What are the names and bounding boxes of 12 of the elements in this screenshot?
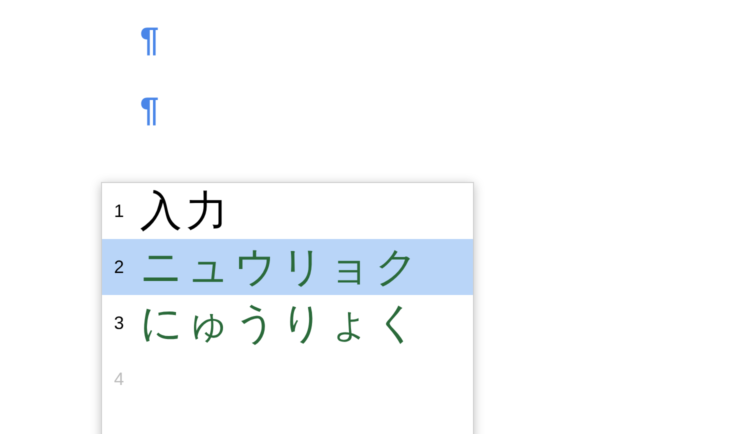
candidate-number: 3: [113, 312, 126, 334]
pilcrow-mark: ¶: [140, 90, 159, 131]
candidate-row[interactable]: 1 入力: [102, 183, 473, 239]
candidate-number: 1: [113, 200, 126, 222]
candidate-text: ニュウリョク: [140, 242, 422, 292]
candidate-text: にゅうりょく: [140, 298, 422, 348]
pilcrow-mark: ¶: [140, 20, 159, 61]
candidate-row[interactable]: 2 ニュウリョク: [102, 239, 473, 295]
candidate-row[interactable]: 3 にゅうりょく: [102, 295, 473, 351]
candidate-number: 4: [113, 368, 126, 390]
candidate-text: 入力: [140, 186, 232, 236]
candidate-number: 2: [113, 256, 126, 278]
